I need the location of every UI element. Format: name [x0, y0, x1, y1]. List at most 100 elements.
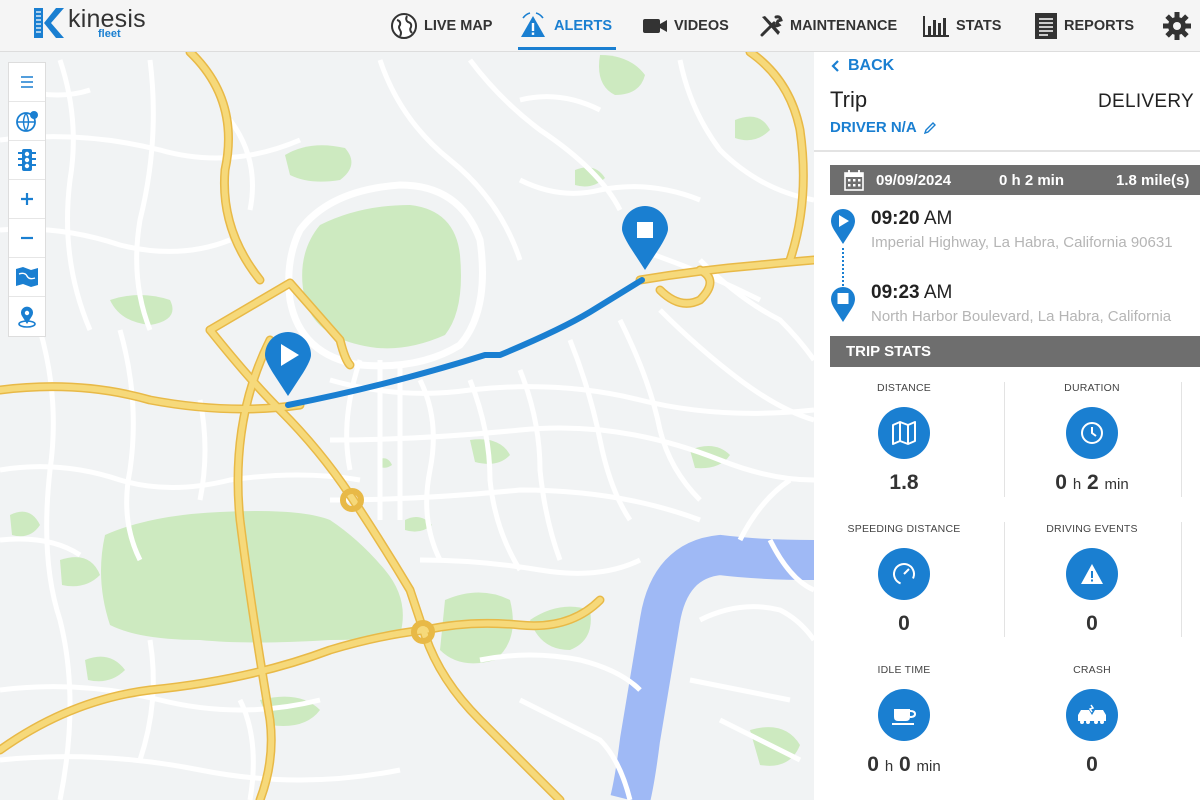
- map-view[interactable]: [0, 52, 814, 800]
- clock-icon: [1066, 407, 1118, 459]
- duration-hours: 0: [1055, 471, 1067, 494]
- stat-crash-label: CRASH: [1073, 664, 1111, 676]
- hamburger-menu-icon: [21, 76, 33, 88]
- location-pin-icon: [18, 306, 36, 328]
- stat-speeding: SPEEDING DISTANCE 0: [816, 523, 992, 636]
- zoom-out-button[interactable]: [9, 219, 45, 258]
- kinesis-logo[interactable]: kinesis fleet: [30, 6, 146, 40]
- nav-stats-label: STATS: [956, 18, 1002, 34]
- start-time: 09:20 AM: [871, 208, 952, 230]
- start-pin-icon: [831, 209, 855, 244]
- warning-icon: [1066, 548, 1118, 600]
- end-time-ampm: AM: [923, 282, 953, 303]
- coffee-cup-icon: [878, 689, 930, 741]
- trip-panel: BACK Trip DELIVERY DRIVER N/A 09/09/2024…: [814, 52, 1200, 800]
- calendar-icon: [844, 170, 864, 191]
- bar-chart-icon: [923, 16, 949, 37]
- nav-stats[interactable]: STATS: [922, 0, 1001, 52]
- globe-icon: [391, 13, 417, 39]
- idle-m-unit: min: [916, 758, 941, 775]
- driver-label: DRIVER N/A: [830, 119, 917, 136]
- summary-distance: 1.8 mile(s): [1116, 172, 1190, 189]
- map-menu-button[interactable]: [9, 63, 45, 102]
- gear-icon: [1163, 12, 1191, 40]
- nav-maintenance-label: MAINTENANCE: [790, 18, 898, 34]
- stat-distance-value: 1.8: [889, 471, 919, 494]
- end-time-value: 09:23: [871, 282, 920, 303]
- trip-summary-bar: 09/09/2024 0 h 2 min 1.8 mile(s): [830, 165, 1200, 195]
- geofence-button[interactable]: [9, 297, 45, 336]
- nav-reports[interactable]: REPORTS: [1034, 0, 1134, 52]
- map-layers-button[interactable]: [9, 102, 45, 141]
- report-document-icon: [1035, 13, 1057, 39]
- zoom-in-button[interactable]: [9, 180, 45, 219]
- trip-type: DELIVERY: [1097, 91, 1194, 112]
- top-bar: kinesis fleet LIVE MAP ALERTS VIDEOS MAI…: [0, 0, 1200, 52]
- start-address: Imperial Highway, La Habra, California 9…: [871, 234, 1173, 251]
- car-crash-icon: [1066, 689, 1118, 741]
- video-camera-icon: [643, 19, 667, 33]
- stats-divider: [1181, 522, 1182, 637]
- nav-reports-label: REPORTS: [1064, 18, 1135, 34]
- minus-icon: [21, 236, 33, 240]
- app: kinesis fleet LIVE MAP ALERTS VIDEOS MAI…: [0, 0, 1200, 800]
- start-time-value: 09:20: [871, 208, 920, 229]
- nav-alerts-label: ALERTS: [554, 18, 612, 34]
- stat-idle-label: IDLE TIME: [877, 664, 931, 676]
- stat-driving-events: DRIVING EVENTS 0: [1004, 523, 1180, 636]
- globe-location-icon: [16, 111, 38, 132]
- stat-idle-time: IDLE TIME 0 h 0 min: [816, 664, 992, 777]
- stat-speeding-value: 0: [898, 612, 910, 635]
- settings-button[interactable]: [1162, 0, 1198, 52]
- duration-h-unit: h: [1072, 476, 1082, 493]
- trip-stats-header: TRIP STATS: [830, 336, 1200, 367]
- end-pin-icon: [831, 287, 855, 322]
- nav-videos[interactable]: VIDEOS: [642, 0, 729, 52]
- alert-triangle-icon: [521, 12, 545, 37]
- chevron-left-icon: [831, 60, 839, 72]
- stat-speeding-label: SPEEDING DISTANCE: [847, 523, 961, 535]
- pencil-icon: [923, 121, 936, 134]
- map-fold-icon: [878, 407, 930, 459]
- wrench-screwdriver-icon: [760, 15, 783, 37]
- start-time-ampm: AM: [923, 208, 953, 229]
- back-button[interactable]: BACK: [830, 57, 894, 75]
- nav-live-map-label: LIVE MAP: [424, 18, 493, 34]
- back-label: BACK: [848, 57, 895, 74]
- idle-minutes: 0: [899, 753, 911, 776]
- stat-distance-label: DISTANCE: [877, 382, 931, 394]
- nav-maintenance[interactable]: MAINTENANCE: [758, 0, 897, 52]
- driver-edit-link[interactable]: DRIVER N/A: [830, 119, 937, 136]
- stat-crash-value: 0: [1086, 753, 1098, 776]
- traffic-light-icon: [18, 149, 36, 171]
- idle-h-unit: h: [884, 758, 894, 775]
- trip-title: Trip: [830, 87, 868, 112]
- stat-distance: DISTANCE 1.8: [816, 382, 992, 495]
- trip-end-stop: 09:23 AM North Harbor Boulevard, La Habr…: [830, 282, 1200, 332]
- traffic-button[interactable]: [9, 141, 45, 180]
- duration-m-unit: min: [1104, 476, 1129, 493]
- stat-events-label: DRIVING EVENTS: [1046, 523, 1138, 535]
- duration-minutes: 2: [1087, 471, 1099, 494]
- nav-alerts[interactable]: ALERTS: [518, 0, 616, 52]
- map-style-button[interactable]: [9, 258, 45, 297]
- plus-icon: [21, 193, 33, 205]
- stat-duration-value: 0 h 2 min: [1004, 471, 1180, 495]
- stats-divider: [1181, 382, 1182, 497]
- speedometer-icon: [878, 548, 930, 600]
- panel-divider: [814, 150, 1200, 152]
- end-time: 09:23 AM: [871, 282, 952, 304]
- nav-live-map[interactable]: LIVE MAP: [390, 0, 492, 52]
- stat-events-value: 0: [1086, 612, 1098, 635]
- stat-idle-value: 0 h 0 min: [816, 753, 992, 777]
- summary-date: 09/09/2024: [876, 172, 952, 189]
- summary-duration: 0 h 2 min: [999, 172, 1065, 189]
- end-address: North Harbor Boulevard, La Habra, Califo…: [871, 308, 1172, 325]
- idle-hours: 0: [867, 753, 879, 776]
- stat-duration: DURATION 0 h 2 min: [1004, 382, 1180, 495]
- map-toolbar: [8, 62, 46, 337]
- nav-videos-label: VIDEOS: [674, 18, 729, 34]
- stat-duration-label: DURATION: [1064, 382, 1120, 394]
- stat-crash: CRASH 0: [1004, 664, 1180, 777]
- map-icon: [16, 267, 38, 287]
